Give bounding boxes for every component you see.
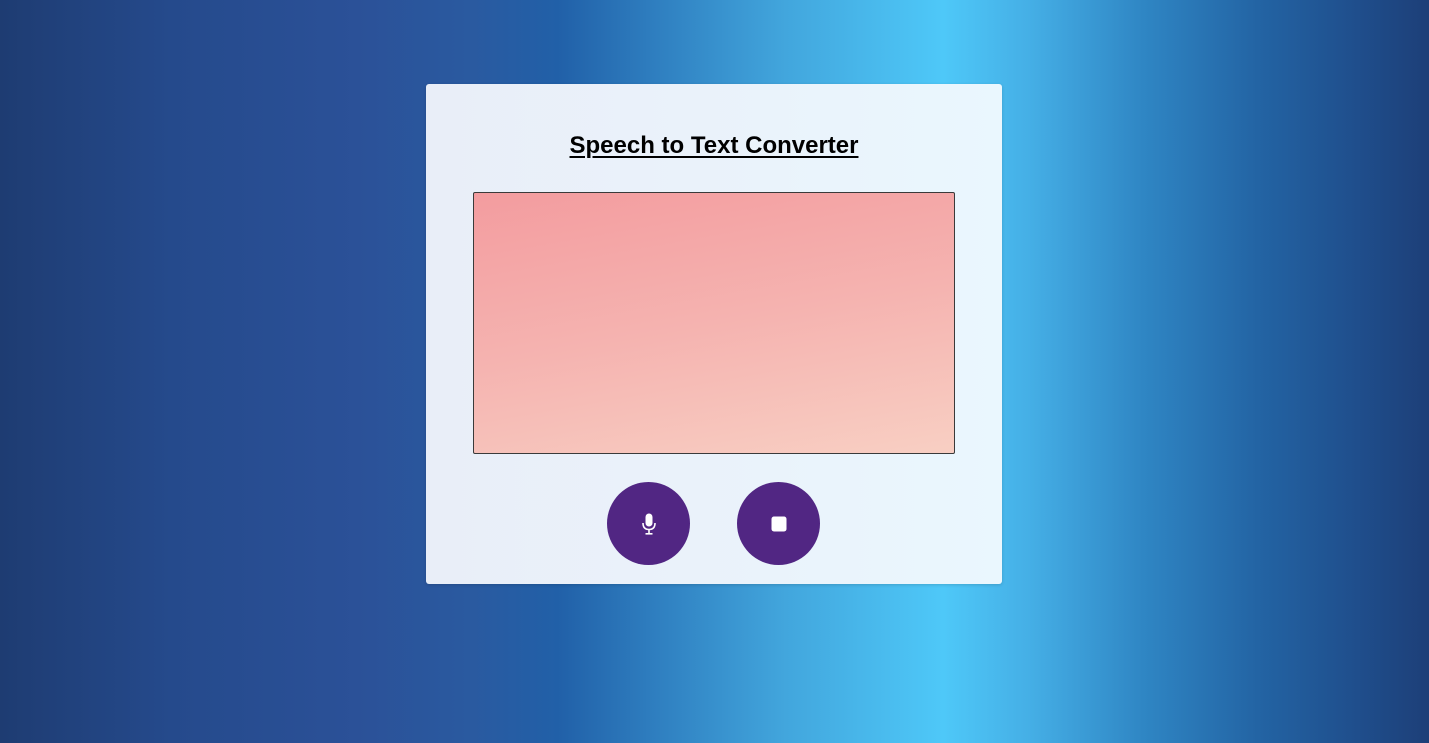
microphone-icon [641, 513, 656, 535]
start-recording-button[interactable] [607, 482, 690, 565]
converter-card: Speech to Text Converter [426, 84, 1002, 584]
transcript-textarea[interactable] [473, 192, 955, 454]
page-title: Speech to Text Converter [569, 132, 859, 159]
stop-icon [771, 516, 787, 532]
stop-recording-button[interactable] [737, 482, 820, 565]
